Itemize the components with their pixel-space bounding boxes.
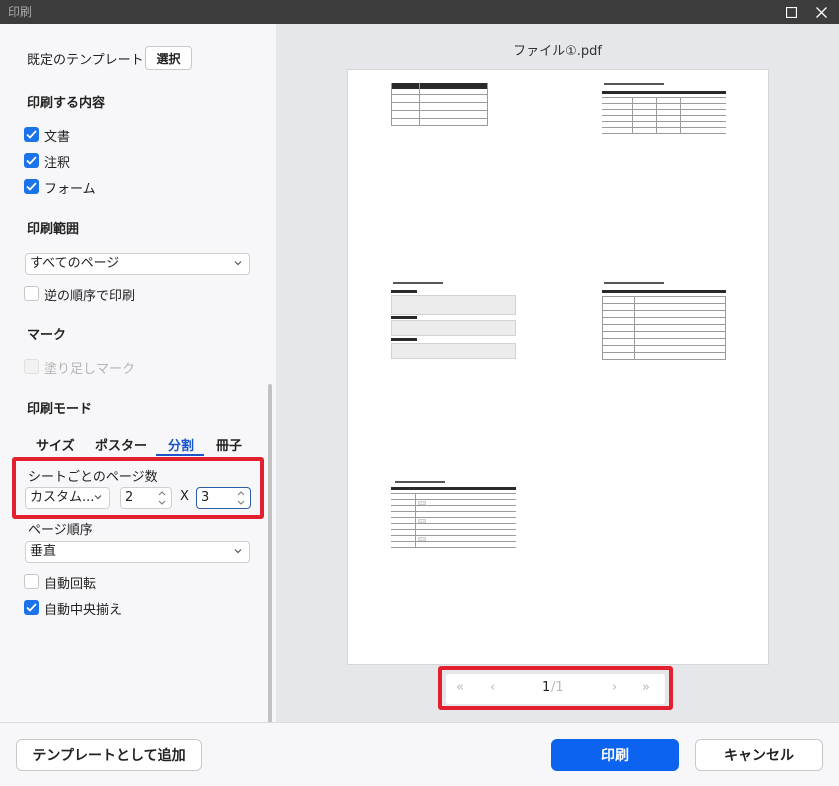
auto-rotate-checkbox[interactable] xyxy=(24,574,39,589)
highlight-box-pages-per-sheet xyxy=(12,457,264,519)
dialog-footer: テンプレートとして追加 印刷 キャンセル xyxy=(0,722,839,786)
print-range-value: すべてのページ xyxy=(30,256,120,271)
forms-checkbox-label: フォーム xyxy=(44,182,96,197)
auto-center-checkbox[interactable] xyxy=(24,600,39,615)
template-label: 既定のテンプレート xyxy=(27,53,144,68)
chevron-down-icon xyxy=(234,261,242,266)
bleed-marks-label: 塗り足しマーク xyxy=(44,362,136,377)
marks-section-title: マーク xyxy=(27,328,67,343)
preview-file-name: ファイル①.pdf xyxy=(513,44,602,59)
page-thumbnail-3 xyxy=(391,282,516,360)
preview-page xyxy=(347,69,769,665)
content-section-title: 印刷する内容 xyxy=(27,96,106,111)
print-range-select[interactable]: すべてのページ xyxy=(25,253,250,275)
close-icon[interactable] xyxy=(808,0,834,24)
tab-booklet[interactable]: 冊子 xyxy=(216,435,242,454)
tab-split[interactable]: 分割 xyxy=(168,435,194,454)
page-order-select[interactable]: 垂直 xyxy=(25,541,250,563)
reverse-order-label: 逆の順序で印刷 xyxy=(44,289,136,304)
cancel-button[interactable]: キャンセル xyxy=(695,739,823,771)
auto-rotate-label: 自動回転 xyxy=(44,577,97,592)
bleed-marks-checkbox xyxy=(24,359,39,374)
tab-poster[interactable]: ポスター xyxy=(95,435,147,454)
annotations-checkbox-label: 注釈 xyxy=(44,156,71,171)
add-as-template-button[interactable]: テンプレートとして追加 xyxy=(16,739,202,771)
page-thumbnail-2 xyxy=(602,83,726,135)
document-checkbox-label: 文書 xyxy=(44,130,71,145)
maximize-icon[interactable] xyxy=(778,0,804,24)
page-thumbnail-5 xyxy=(391,481,516,548)
mode-section-title: 印刷モード xyxy=(27,402,93,417)
title-bar: 印刷 xyxy=(0,0,839,24)
page-order-value: 垂直 xyxy=(30,544,57,559)
window-title: 印刷 xyxy=(8,5,33,19)
forms-checkbox[interactable] xyxy=(24,179,39,194)
template-select-button[interactable]: 選択 xyxy=(145,46,192,70)
highlight-box-page-navigator xyxy=(438,666,673,710)
range-section-title: 印刷範囲 xyxy=(27,222,80,237)
settings-scrollbar[interactable] xyxy=(268,384,272,727)
page-thumbnail-1 xyxy=(391,83,488,126)
annotations-checkbox[interactable] xyxy=(24,153,39,168)
tab-size[interactable]: サイズ xyxy=(36,435,75,454)
auto-center-label: 自動中央揃え xyxy=(44,603,123,618)
page-thumbnail-4 xyxy=(602,282,726,360)
reverse-order-checkbox[interactable] xyxy=(24,286,39,301)
settings-panel: 既定のテンプレート 選択 印刷する内容 文書 注釈 フォーム 印刷範囲 すべての… xyxy=(0,24,276,727)
chevron-down-icon xyxy=(234,549,242,554)
print-button[interactable]: 印刷 xyxy=(551,739,679,771)
active-tab-indicator xyxy=(156,454,204,456)
page-order-label: ページ順序 xyxy=(28,523,93,538)
document-checkbox[interactable] xyxy=(24,127,39,142)
